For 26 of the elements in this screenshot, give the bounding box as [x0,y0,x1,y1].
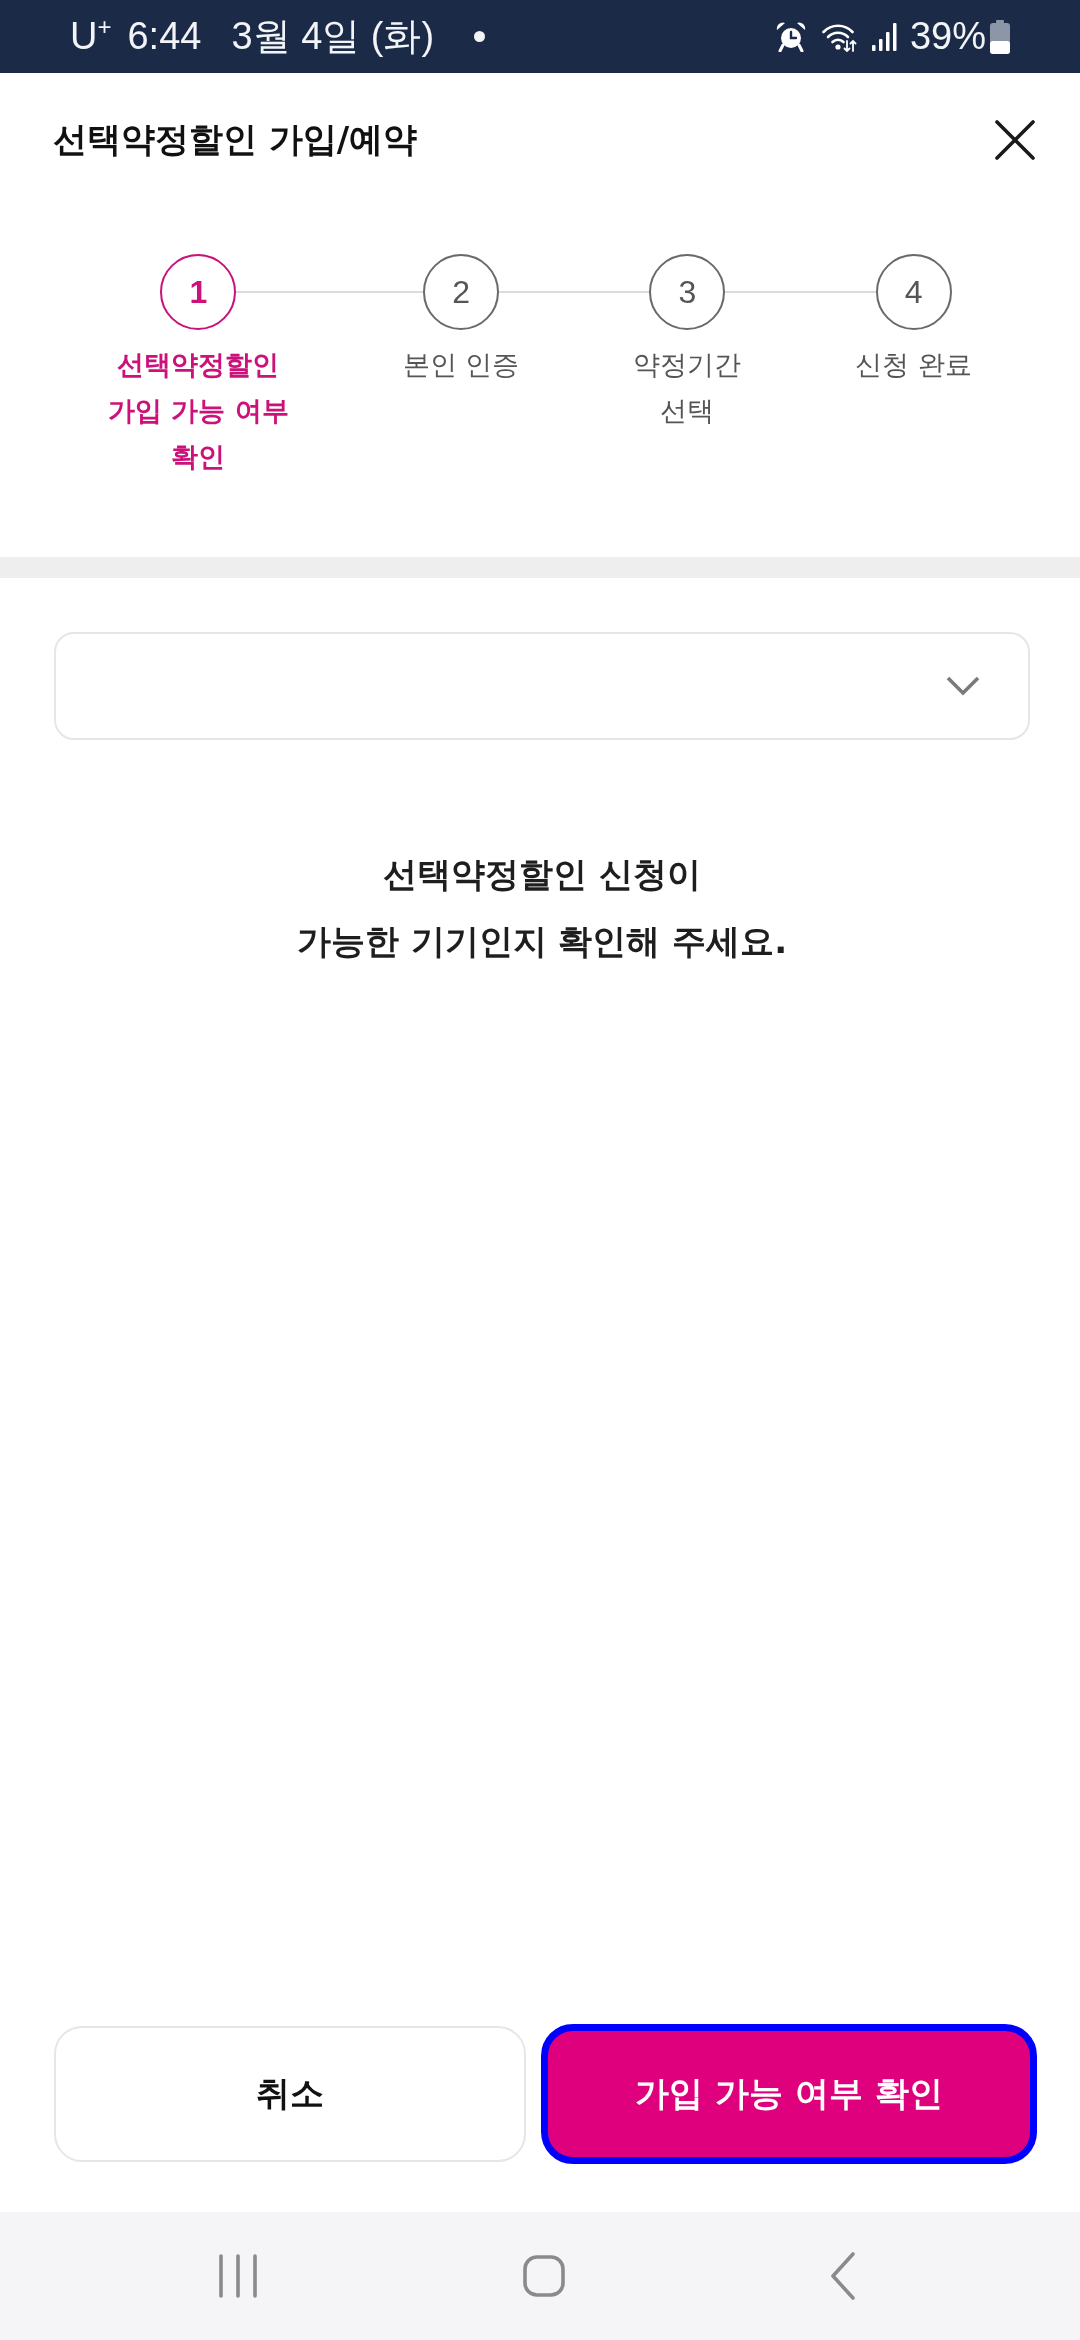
status-date: 3월 4일 (화) [231,14,435,59]
guide-message: 선택약정할인 신청이 가능한 기기인지 확인해 주세요. [296,853,788,963]
alarm-clock-icon [775,21,806,52]
chevron-down-icon [946,676,980,696]
step-number: 2 [423,254,500,330]
step-label: 본인 인증 [402,348,520,382]
status-time: 6:44 [127,15,202,58]
carrier-label: U$^{+}$ [70,15,112,58]
step-label: 신청 완료 [855,348,972,382]
battery-percentage: 39% [909,15,986,58]
cancel-button[interactable]: 취소 [54,2026,527,2162]
page-title: 선택약정할인 가입/예약 [53,118,418,161]
recent-apps-icon[interactable] [218,2253,258,2299]
signal-bars-icon [871,22,898,51]
step-label: 약정기간 선택 [633,348,742,428]
step-label: 선택약정할인 가입 가능 여부 확인 [108,348,289,474]
close-icon [995,120,1035,160]
close-button[interactable] [995,120,1035,160]
check-eligibility-button[interactable]: 가입 가능 여부 확인 [541,2024,1037,2164]
back-icon[interactable] [830,2252,856,2300]
notification-dot-icon [474,31,486,42]
step-number: 3 [649,254,726,330]
home-icon[interactable] [523,2255,565,2297]
step-number: 4 [875,254,952,330]
battery-icon [990,19,1010,54]
step-number: 1 [160,254,237,330]
